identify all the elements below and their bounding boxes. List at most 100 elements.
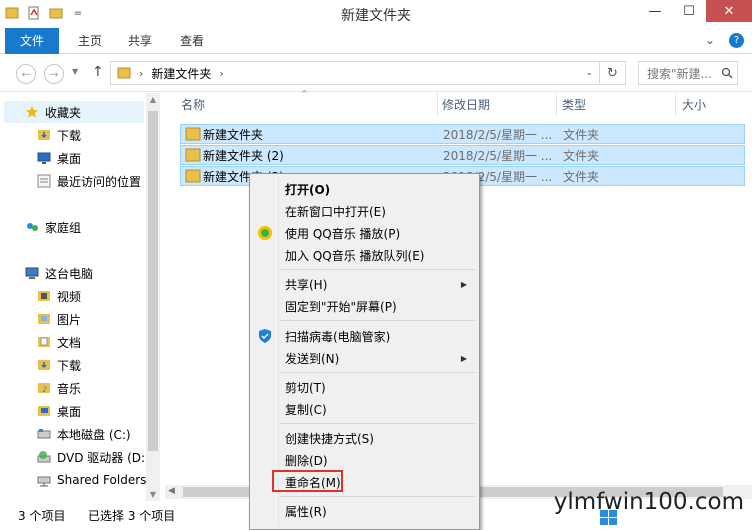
address-bar[interactable]: › 新建文件夹 › ⌄ (110, 61, 600, 85)
sidebar-item-local-disk[interactable]: 本地磁盘 (C:) (0, 423, 131, 445)
column-name[interactable]: 名称 (181, 93, 431, 117)
forward-arrow-icon[interactable]: → (44, 64, 64, 84)
chevron-down-icon[interactable]: ⌄ (705, 33, 715, 48)
help-icon[interactable]: ? (729, 33, 744, 48)
menu-item-scan[interactable]: 扫描病毒(电脑管家) (252, 325, 477, 347)
breadcrumb[interactable]: 新建文件夹 (151, 65, 211, 82)
sidebar-item-homegroup[interactable]: 家庭组 (0, 216, 81, 238)
navigation-pane: 收藏夹 下载 桌面 最近访问的位置 家庭组 这台电脑 视频 图片 文档 下载 ♪… (0, 93, 160, 501)
folder-icon (185, 148, 201, 162)
menu-item-send-to[interactable]: 发送到(N) ▶ (252, 347, 477, 369)
table-row[interactable]: 新建文件夹 (2) 2018/2/5/星期一 ... 文件夹 (180, 145, 745, 165)
sidebar-item-recent[interactable]: 最近访问的位置 (0, 170, 141, 192)
sidebar-item-favorites[interactable]: 收藏夹 (4, 101, 144, 123)
sidebar-item-desktop-pc[interactable]: 桌面 (0, 400, 81, 422)
tab-home[interactable]: 主页 (70, 28, 110, 54)
column-divider[interactable] (556, 93, 557, 117)
sidebar-item-label: 下载 (57, 358, 82, 373)
minimize-button[interactable]: — (638, 0, 672, 22)
table-row[interactable]: 新建文件夹 2018/2/5/星期一 ... 文件夹 (180, 124, 745, 144)
column-divider[interactable] (437, 93, 438, 117)
desktop-folder-icon (36, 403, 52, 419)
menu-item-properties[interactable]: 属性(R) (252, 500, 477, 522)
maximize-button[interactable]: ☐ (672, 0, 706, 22)
tab-view[interactable]: 查看 (172, 28, 212, 54)
recent-locations-icon[interactable]: ▼ (72, 67, 78, 76)
sidebar-item-music[interactable]: ♪ 音乐 (0, 377, 81, 399)
chevron-right-icon[interactable]: › (219, 67, 223, 80)
sidebar-item-label: 桌面 (57, 404, 82, 419)
sidebar-item-documents[interactable]: 文档 (0, 331, 81, 353)
tab-share[interactable]: 共享 (120, 28, 160, 54)
sidebar-item-shared-folders[interactable]: Shared Folders (0, 469, 146, 491)
menu-item-share[interactable]: 共享(H) ▶ (252, 273, 477, 295)
sidebar-item-desktop[interactable]: 桌面 (0, 147, 81, 169)
pictures-folder-icon (36, 311, 52, 327)
search-placeholder: 搜索"新建... (647, 66, 712, 81)
file-name: 新建文件夹 (2) (203, 148, 284, 163)
column-type[interactable]: 类型 (562, 93, 672, 117)
submenu-arrow-icon: ▶ (460, 279, 467, 289)
column-divider[interactable] (675, 93, 676, 117)
folder-icon (117, 67, 131, 79)
column-date[interactable]: 修改日期 (442, 93, 552, 117)
scrollbar-thumb[interactable] (148, 111, 158, 451)
menu-item-open[interactable]: 打开(O) (252, 178, 477, 200)
menu-item-label: 加入 QQ音乐 播放队列(E) (285, 248, 425, 263)
sidebar-item-videos[interactable]: 视频 (0, 285, 81, 307)
network-drive-icon (36, 472, 52, 488)
drive-icon (36, 426, 52, 442)
menu-item-label: 扫描病毒(电脑管家) (285, 329, 391, 344)
file-date: 2018/2/5/星期一 ... (443, 148, 553, 163)
sidebar-item-label: 家庭组 (45, 220, 82, 235)
menu-item-delete[interactable]: 删除(D) (252, 449, 477, 471)
shield-icon (257, 328, 273, 344)
rename-highlight-box (272, 470, 343, 492)
back-arrow-icon[interactable]: ← (16, 64, 36, 84)
computer-icon (24, 265, 40, 281)
menu-item-label: 固定到"开始"屏幕(P) (285, 299, 397, 314)
music-folder-icon: ♪ (36, 380, 52, 396)
scroll-left-icon[interactable]: ◀ (168, 486, 175, 496)
close-button[interactable]: ✕ (706, 0, 752, 22)
item-count: 3 个项目 (18, 509, 66, 523)
menu-item-qq-play[interactable]: 使用 QQ音乐 播放(P) (252, 222, 477, 244)
dvd-drive-icon (36, 449, 52, 465)
desktop-icon (36, 150, 52, 166)
sidebar-item-dvd-drive[interactable]: DVD 驱动器 (D:) (0, 446, 150, 468)
scroll-up-icon[interactable]: ▲ (146, 95, 160, 104)
search-input[interactable]: 搜索"新建... (638, 61, 738, 85)
refresh-icon[interactable]: ↻ (600, 61, 626, 85)
menu-item-create-shortcut[interactable]: 创建快捷方式(S) (252, 427, 477, 449)
sidebar-item-downloads-pc[interactable]: 下载 (0, 354, 81, 376)
up-arrow-icon[interactable]: ↑ (92, 64, 104, 80)
sidebar-item-label: 图片 (57, 312, 82, 327)
folder-icon (185, 169, 201, 183)
menu-item-label: 删除(D) (285, 453, 328, 468)
menu-item-cut[interactable]: 剪切(T) (252, 376, 477, 398)
scroll-down-icon[interactable]: ▼ (146, 490, 160, 499)
submenu-arrow-icon: ▶ (460, 353, 467, 363)
menu-item-copy[interactable]: 复制(C) (252, 398, 477, 420)
file-name: 新建文件夹 (203, 127, 264, 142)
recent-places-icon (36, 173, 52, 189)
chevron-right-icon[interactable]: › (139, 67, 143, 80)
menu-item-pin-start[interactable]: 固定到"开始"屏幕(P) (252, 295, 477, 317)
sidebar-item-label: 收藏夹 (45, 105, 82, 120)
star-icon (24, 104, 40, 120)
menu-item-qq-queue[interactable]: 加入 QQ音乐 播放队列(E) (252, 244, 477, 266)
sidebar-item-label: 音乐 (57, 381, 82, 396)
column-size[interactable]: 大小 (682, 93, 742, 117)
sidebar-item-label: 本地磁盘 (C:) (57, 427, 131, 442)
address-dropdown-icon[interactable]: ⌄ (585, 68, 593, 78)
sidebar-item-pictures[interactable]: 图片 (0, 308, 81, 330)
menu-separator (280, 423, 476, 424)
sidebar-item-downloads[interactable]: 下载 (0, 124, 81, 146)
menu-item-open-new-window[interactable]: 在新窗口中打开(E) (252, 200, 477, 222)
sidebar-scrollbar[interactable]: ▲ ▼ (146, 93, 160, 501)
sidebar-item-this-pc[interactable]: 这台电脑 (0, 262, 93, 284)
tab-file[interactable]: 文件 (5, 28, 59, 54)
search-icon[interactable] (721, 67, 733, 79)
sidebar-item-label: 下载 (57, 128, 82, 143)
sidebar-item-label: DVD 驱动器 (D:) (57, 450, 150, 465)
